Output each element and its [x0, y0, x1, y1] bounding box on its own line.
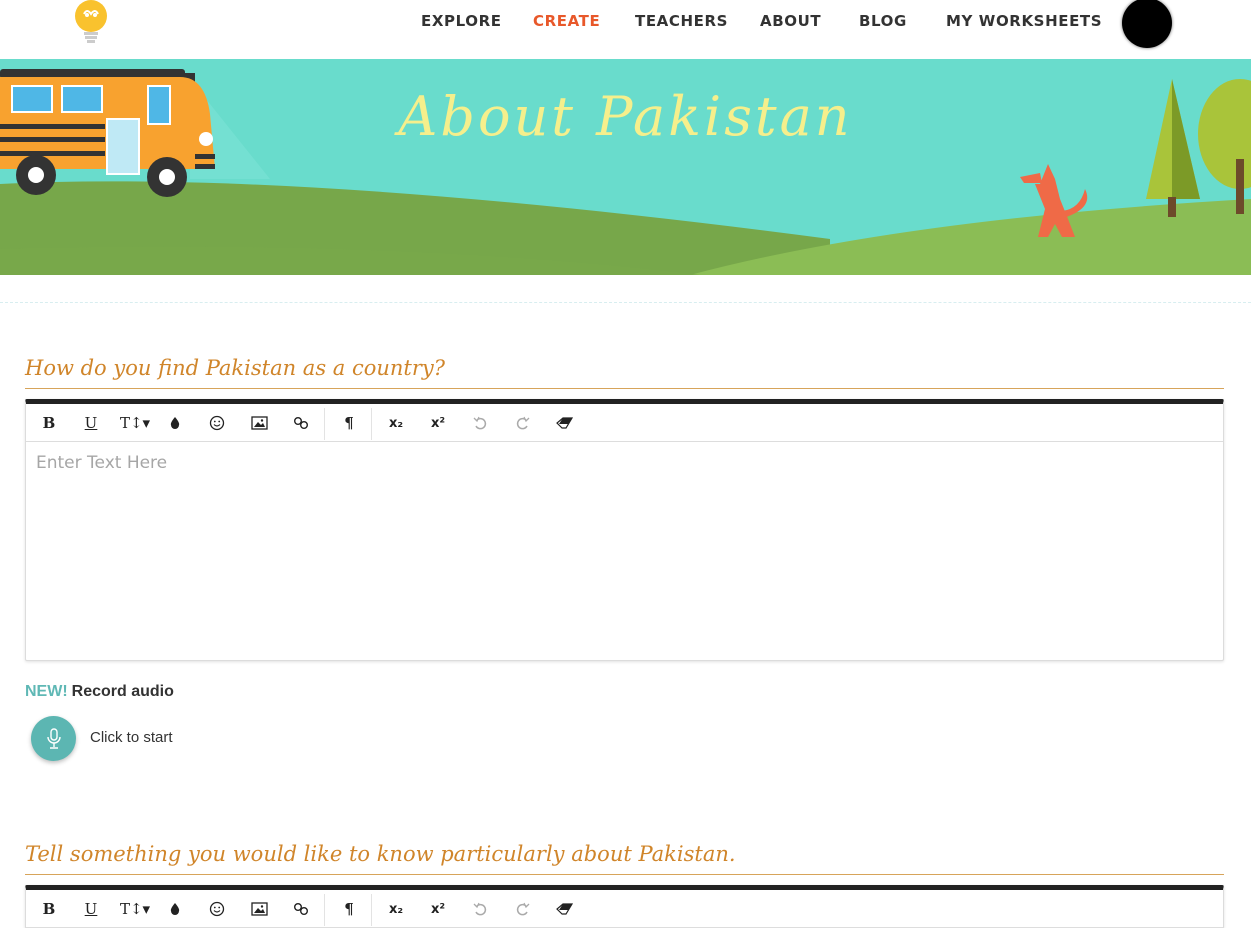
editor-placeholder: Enter Text Here [36, 453, 168, 473]
redo-icon[interactable] [506, 408, 538, 438]
color-drop-icon[interactable] [159, 894, 191, 924]
new-badge: NEW! [25, 683, 68, 700]
eraser-icon[interactable] [548, 894, 580, 924]
nav-teachers[interactable]: TEACHERS [635, 12, 728, 30]
editor-toolbar: B U T↕▾ ¶ x₂ x² [26, 890, 1223, 928]
editor-toolbar: B U T↕▾ ¶ x₂ x² [26, 404, 1223, 442]
paragraph-button[interactable]: ¶ [333, 894, 365, 924]
microphone-icon [46, 727, 61, 749]
toolbar-separator [324, 894, 325, 926]
nav-about[interactable]: ABOUT [760, 12, 821, 30]
redo-icon[interactable] [506, 894, 538, 924]
nav-explore[interactable]: EXPLORE [421, 12, 502, 30]
record-audio-label: NEW! Record audio [25, 683, 1224, 701]
header-banner: About Pakistan [0, 59, 1251, 275]
nav-links: EXPLORE CREATE TEACHERS ABOUT BLOG MY WO… [0, 12, 1251, 32]
link-icon[interactable] [285, 894, 317, 924]
subscript-button[interactable]: x₂ [380, 408, 412, 438]
superscript-button[interactable]: x² [422, 894, 454, 924]
eraser-icon[interactable] [548, 408, 580, 438]
image-icon[interactable] [243, 894, 275, 924]
image-icon[interactable] [243, 408, 275, 438]
emoji-icon[interactable] [201, 894, 233, 924]
link-icon[interactable] [285, 408, 317, 438]
toolbar-separator [371, 894, 372, 926]
nav-my-worksheets[interactable]: MY WORKSHEETS [946, 12, 1102, 30]
record-audio-text: Record audio [71, 683, 174, 700]
question-title: How do you find Pakistan as a country? [25, 356, 1224, 389]
undo-icon[interactable] [464, 408, 496, 438]
top-nav: EXPLORE CREATE TEACHERS ABOUT BLOG MY WO… [0, 0, 1251, 59]
page-title: About Pakistan [398, 85, 853, 148]
answer-text-area[interactable]: Enter Text Here [26, 442, 1223, 660]
font-size-button[interactable]: T↕▾ [117, 408, 153, 438]
microphone-button[interactable] [31, 716, 76, 761]
question-block: How do you find Pakistan as a country? B… [25, 356, 1224, 776]
user-avatar[interactable] [1122, 0, 1172, 48]
underline-button[interactable]: U [75, 894, 107, 924]
record-audio-row: Click to start [25, 716, 1224, 776]
font-size-button[interactable]: T↕▾ [117, 894, 153, 924]
bold-button[interactable]: B [33, 894, 65, 924]
toolbar-separator [371, 408, 372, 440]
superscript-button[interactable]: x² [422, 408, 454, 438]
toolbar-separator [324, 408, 325, 440]
nav-blog[interactable]: BLOG [859, 12, 907, 30]
divider [0, 302, 1251, 303]
color-drop-icon[interactable] [159, 408, 191, 438]
rich-text-editor: B U T↕▾ ¶ x₂ x² [25, 885, 1224, 928]
question-block: Tell something you would like to know pa… [25, 842, 1224, 928]
record-start-text[interactable]: Click to start [90, 729, 173, 746]
rich-text-editor: B U T↕▾ ¶ x₂ x² [25, 399, 1224, 661]
subscript-button[interactable]: x₂ [380, 894, 412, 924]
paragraph-button[interactable]: ¶ [333, 408, 365, 438]
question-title: Tell something you would like to know pa… [25, 842, 1224, 875]
nav-create[interactable]: CREATE [533, 12, 600, 30]
bold-button[interactable]: B [33, 408, 65, 438]
undo-icon[interactable] [464, 894, 496, 924]
emoji-icon[interactable] [201, 408, 233, 438]
underline-button[interactable]: U [75, 408, 107, 438]
